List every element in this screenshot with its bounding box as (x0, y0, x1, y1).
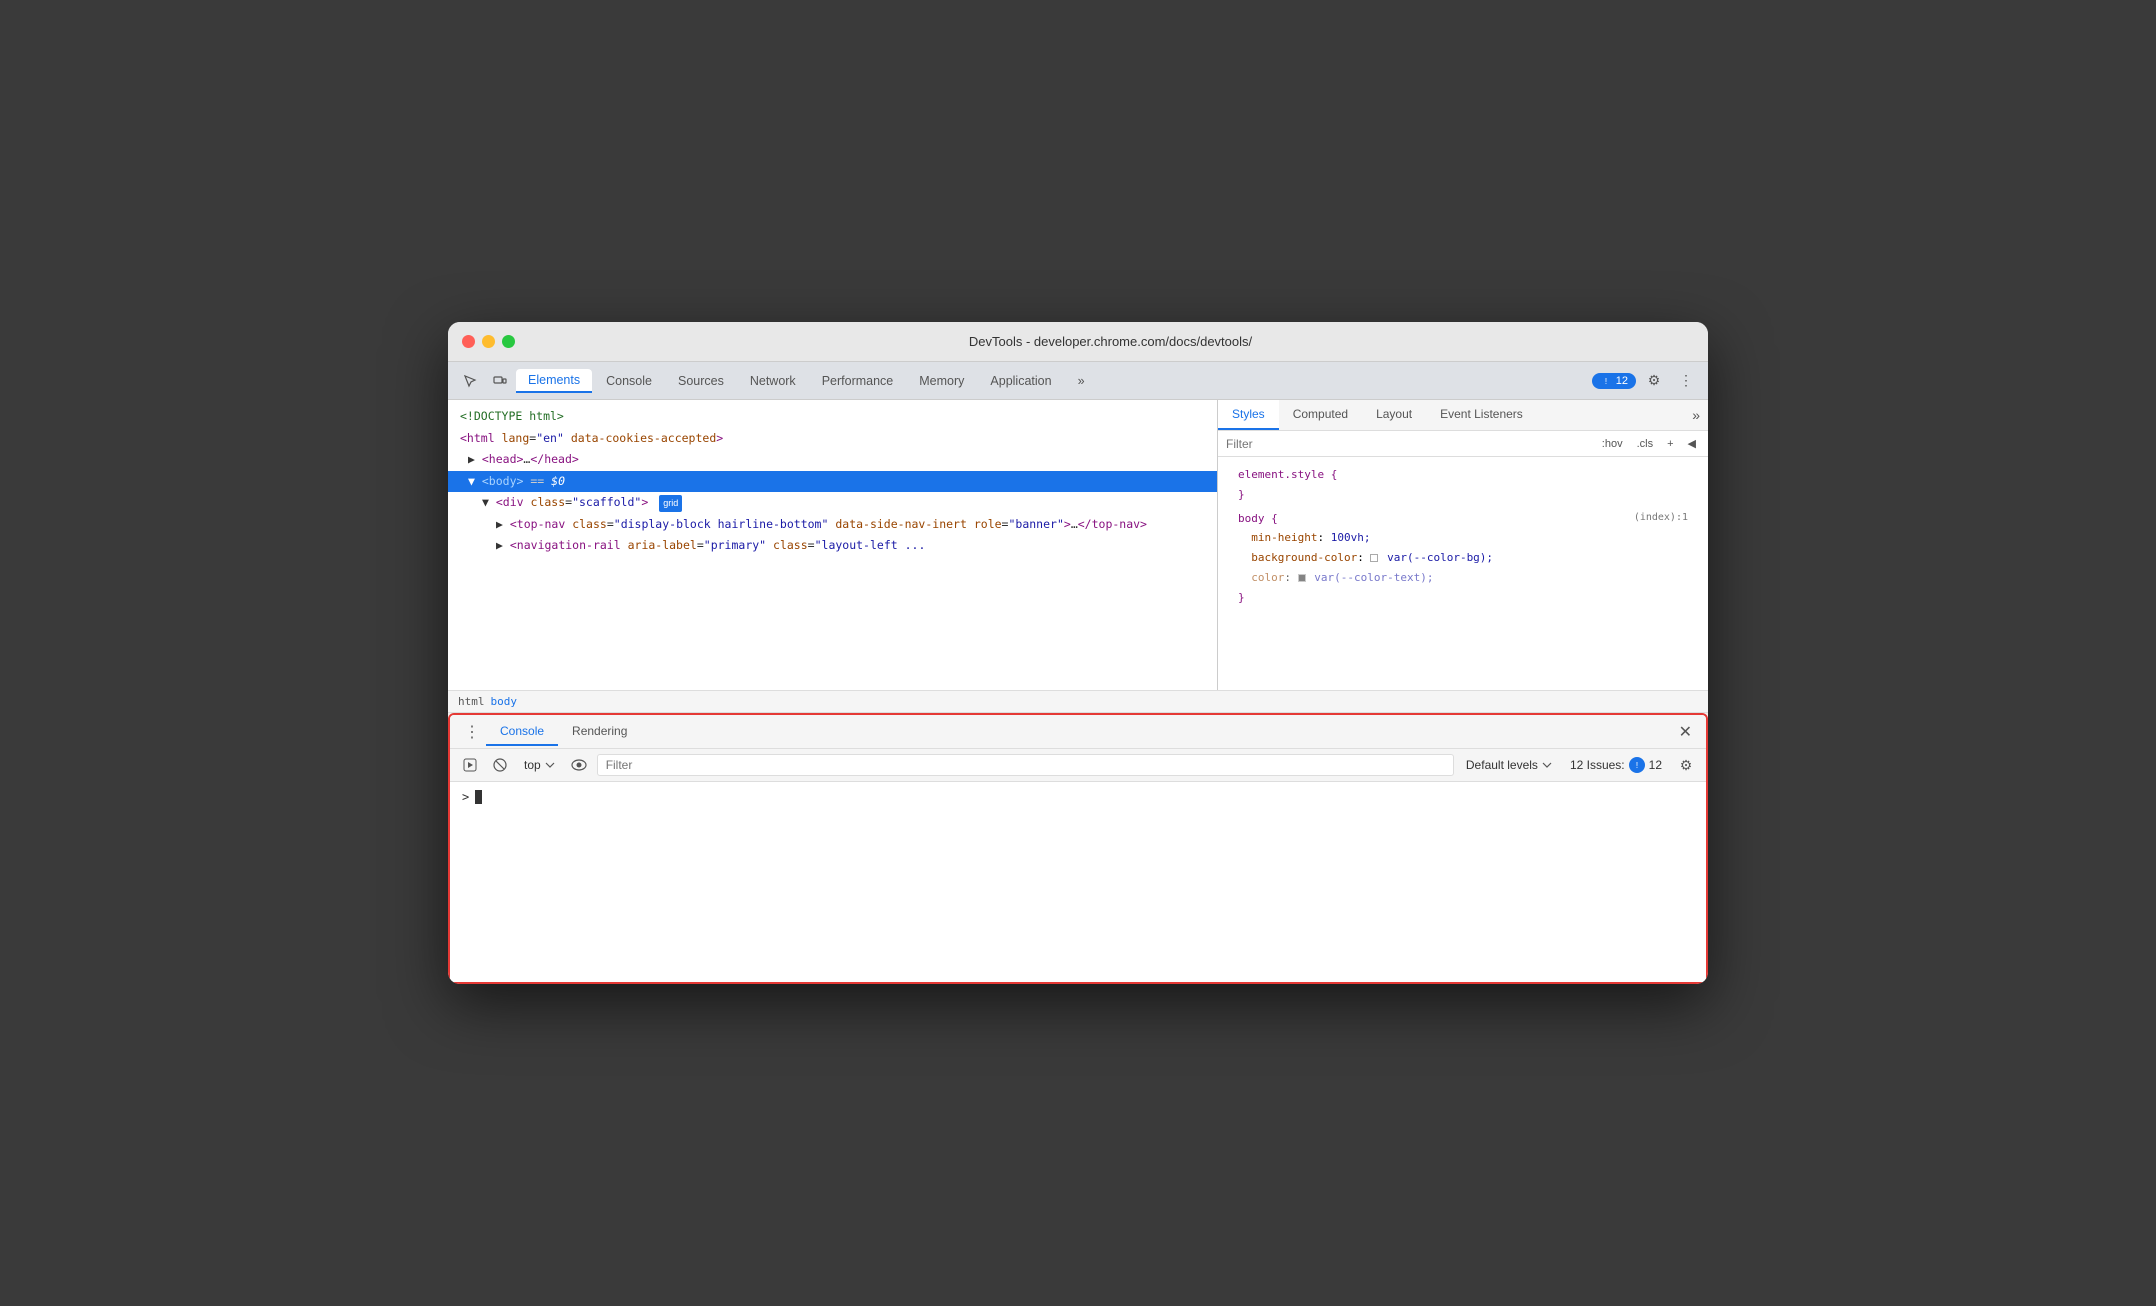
eye-icon[interactable] (567, 753, 591, 777)
tab-console[interactable]: Console (594, 370, 664, 392)
tab-performance[interactable]: Performance (810, 370, 906, 392)
console-toolbar: top Default levels 12 Issues: ! 12 ⚙ (450, 749, 1706, 782)
devtools-right-controls: ! 12 ⚙ ⋮ (1592, 367, 1700, 395)
prompt-chevron-icon: > (462, 790, 469, 804)
console-drawer: ⋮ Console Rendering ✕ top Default levels (448, 713, 1708, 984)
body-line[interactable]: ▼ <body> == $0 (448, 471, 1217, 493)
styles-more-tabs-icon[interactable]: » (1684, 403, 1708, 427)
more-tabs-button[interactable]: » (1066, 370, 1097, 392)
level-selector[interactable]: Default levels (1460, 756, 1558, 774)
issues-badge[interactable]: ! 12 (1592, 373, 1636, 389)
hov-button[interactable]: :hov (1598, 436, 1627, 452)
issues-count-text: 12 Issues: (1570, 758, 1625, 772)
settings-icon[interactable]: ⚙ (1640, 367, 1668, 395)
breadcrumb-body[interactable]: body (491, 695, 518, 708)
execute-script-icon[interactable] (458, 753, 482, 777)
traffic-lights (462, 335, 515, 348)
cursor-blink (475, 790, 482, 804)
issues-button[interactable]: 12 Issues: ! 12 (1564, 755, 1668, 775)
toggle-sidebar-icon[interactable]: ◀ (1684, 435, 1700, 452)
styles-content: element.style { } body { (index):1 min-h… (1218, 457, 1708, 616)
minimize-button[interactable] (482, 335, 495, 348)
tab-network[interactable]: Network (738, 370, 808, 392)
breadcrumb-bar: html body (448, 690, 1708, 713)
styles-panel: Styles Computed Layout Event Listeners »… (1218, 400, 1708, 690)
tab-layout[interactable]: Layout (1362, 400, 1426, 430)
tab-sources[interactable]: Sources (666, 370, 736, 392)
devtools-tab-bar: Elements Console Sources Network Perform… (448, 362, 1708, 400)
issues-count-label: 12 (1616, 375, 1628, 387)
window-title: DevTools - developer.chrome.com/docs/dev… (527, 334, 1694, 349)
titlebar: DevTools - developer.chrome.com/docs/dev… (448, 322, 1708, 362)
nav-rail-line[interactable]: ▶ <navigation-rail aria-label="primary" … (448, 535, 1217, 557)
inspect-element-icon[interactable] (456, 367, 484, 395)
tab-styles[interactable]: Styles (1218, 400, 1279, 430)
console-drawer-header: ⋮ Console Rendering ✕ (450, 715, 1706, 749)
doctype-line: <!DOCTYPE html> (448, 406, 1217, 428)
clear-console-icon[interactable] (488, 753, 512, 777)
context-label: top (524, 758, 541, 772)
console-body[interactable]: > (450, 782, 1706, 982)
tab-memory[interactable]: Memory (907, 370, 976, 392)
body-style-rule: body { (index):1 min-height: 100vh; back… (1218, 507, 1708, 610)
svg-text:!: ! (1636, 761, 1638, 770)
div-scaffold-line[interactable]: ▼ <div class="scaffold"> grid (448, 492, 1217, 514)
drawer-menu-icon[interactable]: ⋮ (458, 722, 486, 742)
tab-event-listeners[interactable]: Event Listeners (1426, 400, 1537, 430)
device-toggle-icon[interactable] (486, 367, 514, 395)
add-style-button[interactable]: + (1663, 436, 1677, 452)
main-panel: <!DOCTYPE html> <html lang="en" data-coo… (448, 400, 1708, 690)
tab-application[interactable]: Application (978, 370, 1063, 392)
issues-icon: ! (1629, 757, 1645, 773)
console-filter-input[interactable] (597, 754, 1454, 776)
level-label: Default levels (1466, 758, 1538, 772)
issues-number: 12 (1649, 758, 1662, 772)
console-settings-icon[interactable]: ⚙ (1674, 753, 1698, 777)
tab-computed[interactable]: Computed (1279, 400, 1362, 430)
elements-panel[interactable]: <!DOCTYPE html> <html lang="en" data-coo… (448, 400, 1218, 690)
console-prompt-line: > (462, 790, 1694, 804)
top-nav-line[interactable]: ▶ <top-nav class="display-block hairline… (448, 514, 1217, 536)
drawer-tab-rendering[interactable]: Rendering (558, 718, 641, 746)
drawer-tab-console[interactable]: Console (486, 718, 558, 746)
styles-filter-input[interactable] (1226, 437, 1592, 451)
html-tag-line[interactable]: <html lang="en" data-cookies-accepted> (448, 428, 1217, 450)
styles-filter-bar: :hov .cls + ◀ (1218, 431, 1708, 457)
cls-button[interactable]: .cls (1633, 436, 1658, 452)
element-style-rule: element.style { } (1218, 463, 1708, 507)
head-line[interactable]: ▶ <head>…</head> (448, 449, 1217, 471)
devtools-window: DevTools - developer.chrome.com/docs/dev… (448, 322, 1708, 984)
context-selector[interactable]: top (518, 756, 561, 774)
more-options-icon[interactable]: ⋮ (1672, 367, 1700, 395)
tab-elements[interactable]: Elements (516, 369, 592, 393)
styles-tab-bar: Styles Computed Layout Event Listeners » (1218, 400, 1708, 431)
breadcrumb-html[interactable]: html (458, 695, 485, 708)
close-button[interactable] (462, 335, 475, 348)
drawer-close-button[interactable]: ✕ (1673, 722, 1698, 742)
svg-text:!: ! (1605, 377, 1607, 386)
maximize-button[interactable] (502, 335, 515, 348)
